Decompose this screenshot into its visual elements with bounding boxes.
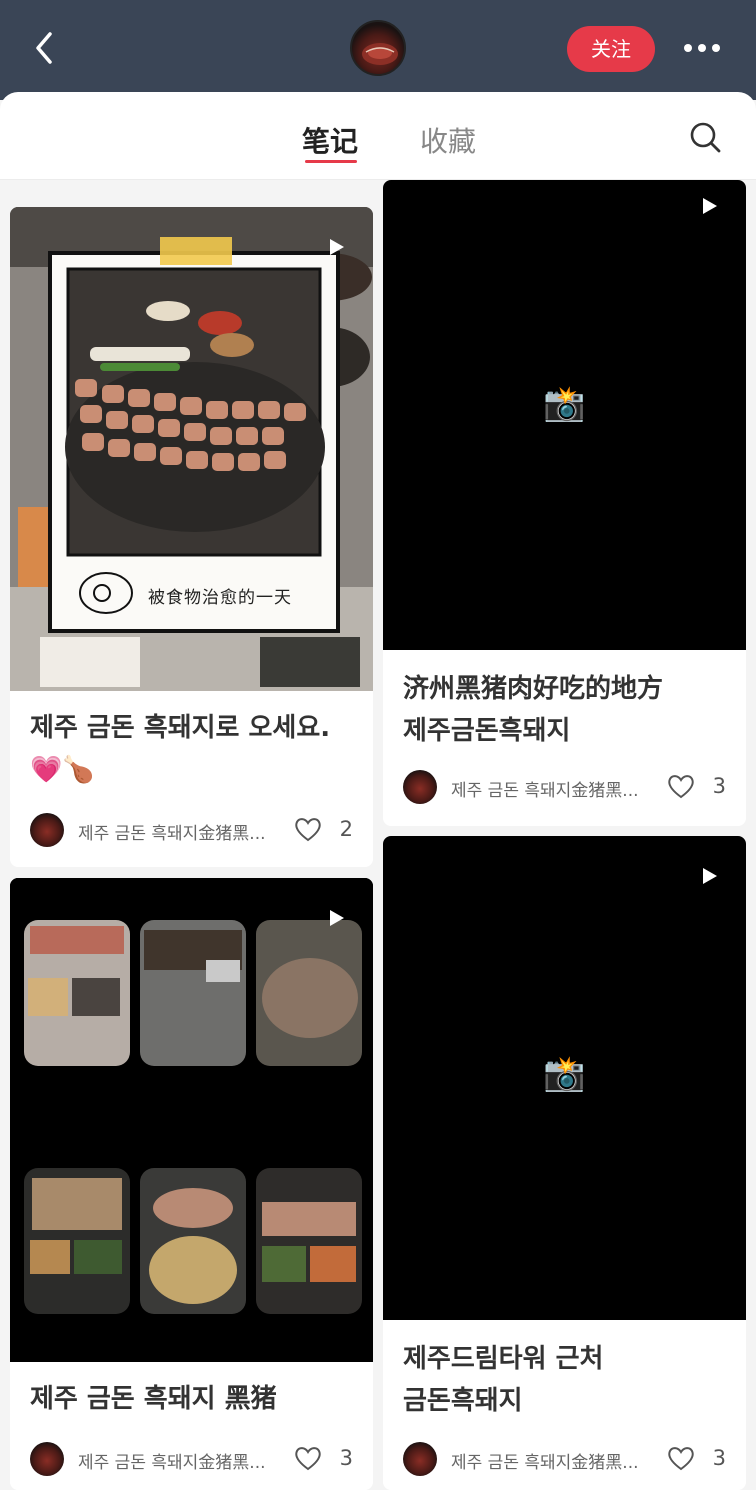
more-options-icon[interactable] bbox=[680, 36, 724, 60]
post-card[interactable]: 被食物治愈的一天 제주 금돈 흑돼지로 오세요. 💗🍗 제주 금돈 흑돼지金猪黑… bbox=[10, 207, 373, 867]
like-count: 3 bbox=[712, 774, 726, 798]
tab-favorites[interactable]: 收藏 bbox=[420, 120, 476, 160]
post-meta: 제주 금돈 흑돼지金猪黑... 3 bbox=[403, 1440, 726, 1478]
active-tab-indicator bbox=[305, 160, 357, 163]
post-cover-video: 📸 bbox=[383, 180, 746, 650]
author-avatar[interactable] bbox=[403, 1442, 437, 1476]
author-avatar[interactable] bbox=[403, 770, 437, 804]
heart-icon[interactable] bbox=[293, 1444, 323, 1472]
back-arrow-icon[interactable] bbox=[26, 28, 66, 68]
post-title: 제주 금돈 흑돼지로 오세요. 💗🍗 bbox=[30, 713, 331, 785]
post-cover-image: 被食物治愈的一天 bbox=[10, 207, 373, 691]
post-title: 济州黑猪肉好吃的地方 제주금돈흑돼지 bbox=[403, 674, 664, 746]
follow-button[interactable]: 关注 bbox=[567, 26, 655, 72]
post-cover-video: 📸 bbox=[383, 836, 746, 1320]
author-avatar[interactable] bbox=[30, 813, 64, 847]
post-cover-image bbox=[10, 878, 373, 1362]
photo-caption: 被食物治愈的一天 bbox=[148, 588, 292, 608]
post-meta: 제주 금돈 흑돼지金猪黑... 3 bbox=[30, 1440, 353, 1478]
play-icon bbox=[703, 868, 717, 884]
heart-icon[interactable] bbox=[293, 815, 323, 843]
play-icon bbox=[703, 198, 717, 214]
author-name[interactable]: 제주 금돈 흑돼지金猪黑... bbox=[451, 1448, 639, 1473]
play-icon bbox=[330, 239, 344, 255]
post-meta: 제주 금돈 흑돼지金猪黑... 3 bbox=[403, 768, 726, 806]
tab-bar: 笔记 收藏 bbox=[0, 92, 756, 180]
heart-icon[interactable] bbox=[666, 1444, 696, 1472]
camera-icon: 📸 bbox=[543, 1054, 586, 1094]
like-count: 3 bbox=[712, 1446, 726, 1470]
top-bar: 关注 bbox=[0, 0, 756, 100]
author-avatar[interactable] bbox=[30, 1442, 64, 1476]
like-count: 2 bbox=[339, 817, 353, 841]
profile-avatar[interactable] bbox=[350, 20, 406, 76]
post-card[interactable]: 📸 제주드림타워 근처 금돈흑돼지 제주 금돈 흑돼지金猪黑... 3 bbox=[383, 836, 746, 1490]
post-title: 제주드림타워 근처 금돈흑돼지 bbox=[403, 1344, 604, 1416]
author-name[interactable]: 제주 금돈 흑돼지金猪黑... bbox=[451, 776, 639, 801]
author-name[interactable]: 제주 금돈 흑돼지金猪黑... bbox=[78, 1448, 266, 1473]
play-icon bbox=[330, 910, 344, 926]
search-icon[interactable] bbox=[688, 120, 722, 154]
post-meta: 제주 금돈 흑돼지金猪黑... 2 bbox=[30, 811, 353, 849]
heart-icon[interactable] bbox=[666, 772, 696, 800]
author-name[interactable]: 제주 금돈 흑돼지金猪黑... bbox=[78, 819, 266, 844]
tab-notes[interactable]: 笔记 bbox=[302, 120, 358, 160]
post-card[interactable]: 제주 금돈 흑돼지 黑猪 제주 금돈 흑돼지金猪黑... 3 bbox=[10, 878, 373, 1490]
post-title: 제주 금돈 흑돼지 黑猪 bbox=[30, 1384, 277, 1414]
post-card[interactable]: 📸 济州黑猪肉好吃的地方 제주금돈흑돼지 제주 금돈 흑돼지金猪黑... 3 bbox=[383, 180, 746, 826]
camera-icon: 📸 bbox=[543, 384, 586, 424]
like-count: 3 bbox=[339, 1446, 353, 1470]
